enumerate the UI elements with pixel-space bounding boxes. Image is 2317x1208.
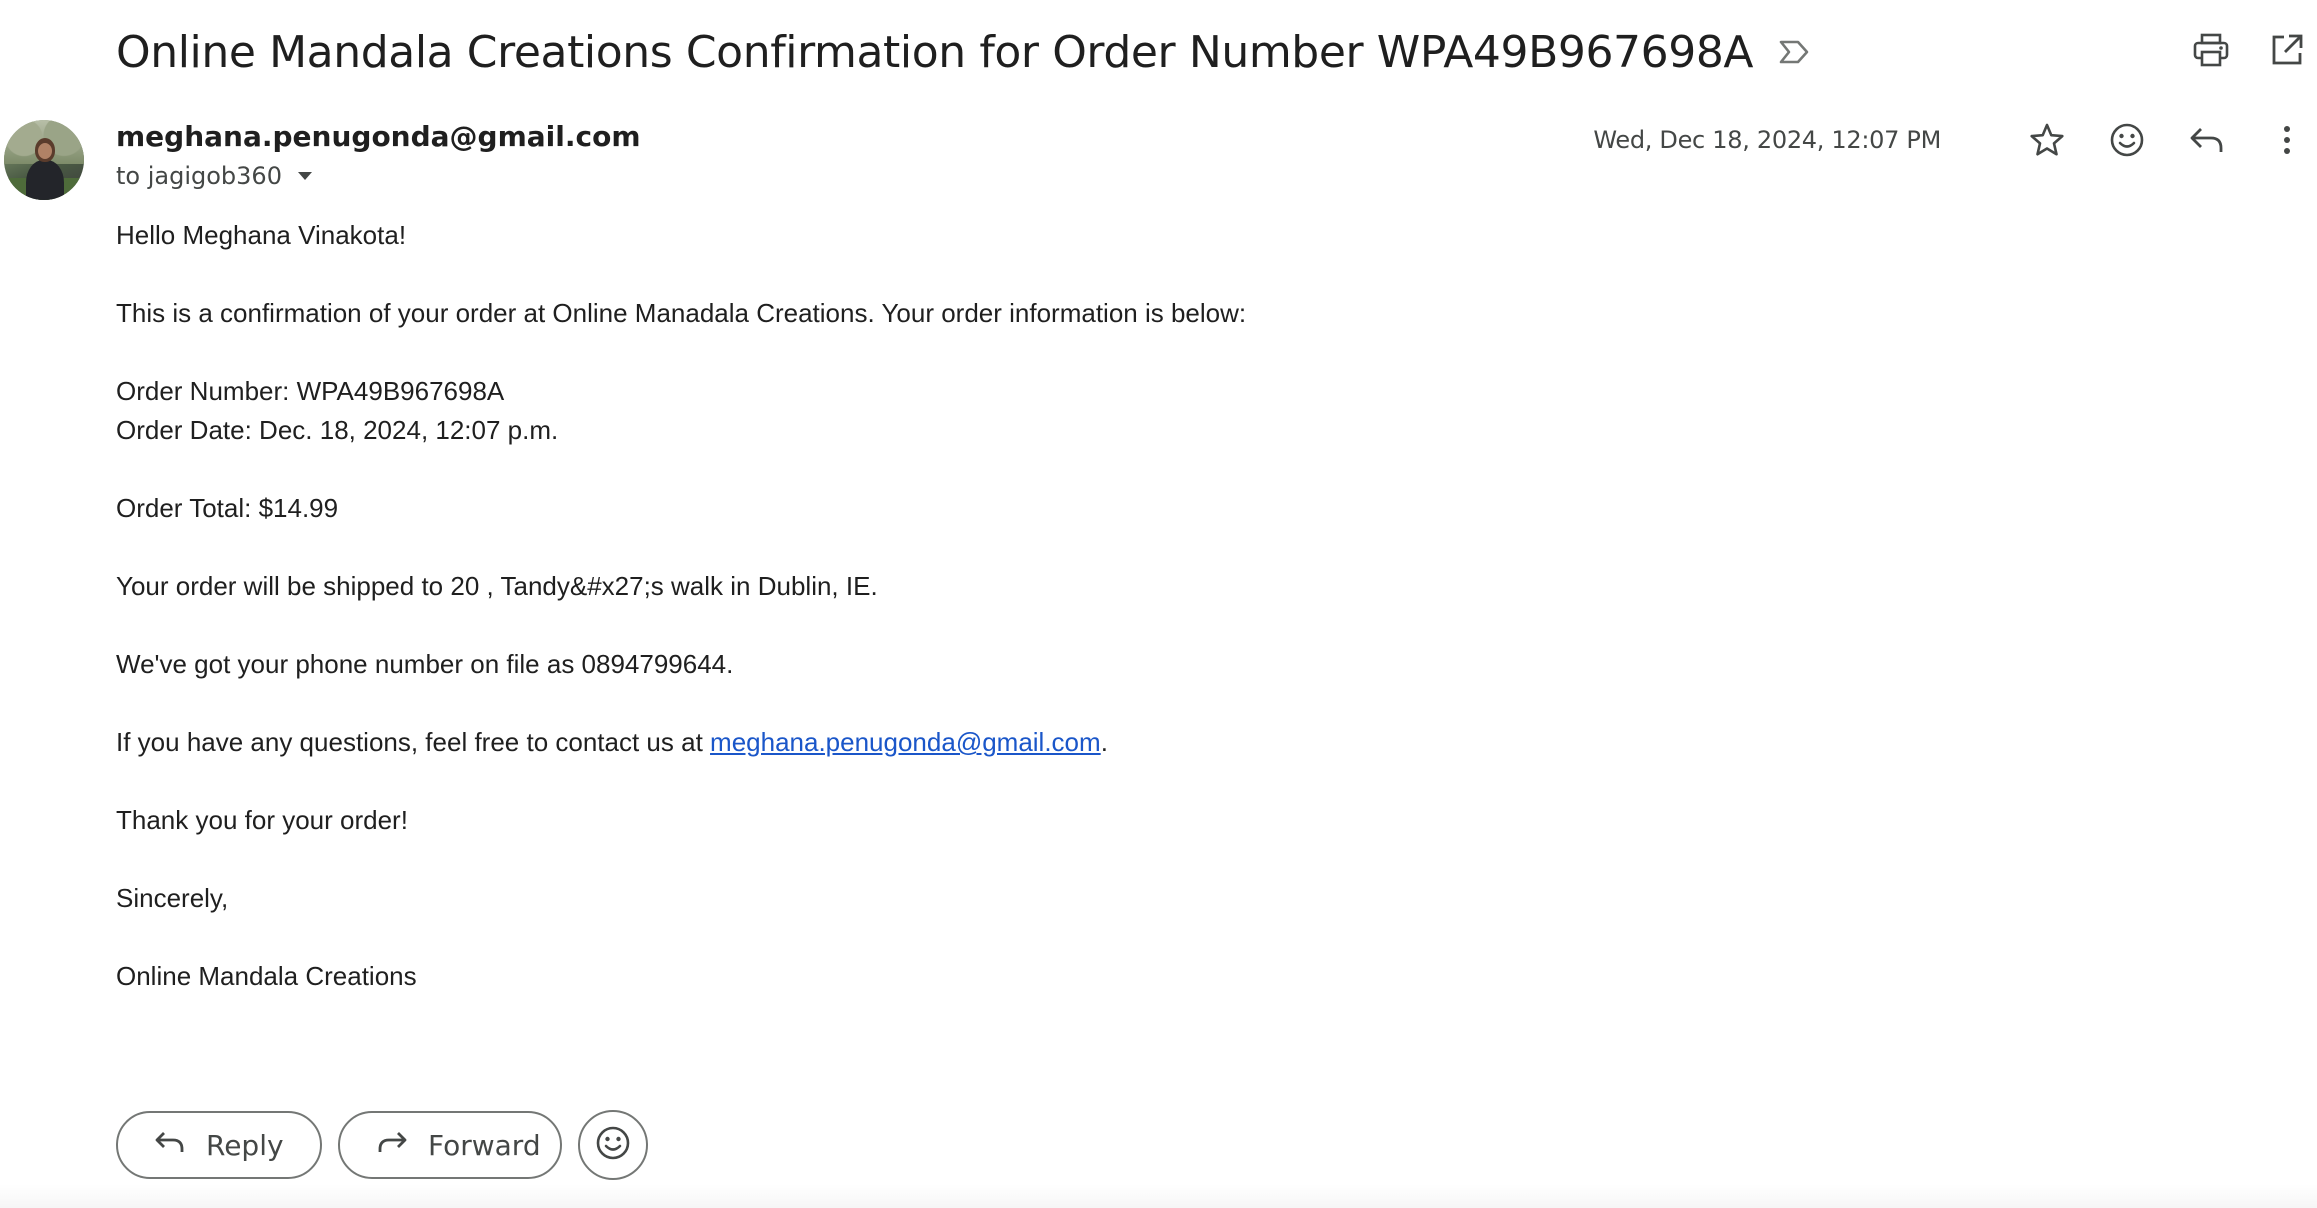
email-view: Online Mandala Creations Confirmation fo… (0, 0, 2317, 1208)
greeting: Hello Meghana Vinakota! (116, 220, 407, 250)
bottom-shade (0, 1184, 2317, 1208)
order-total: Order Total: $14.99 (116, 493, 339, 523)
emoji-reaction-button[interactable] (578, 1110, 648, 1180)
message-actions: Wed, Dec 18, 2024, 12:07 PM (1593, 120, 2307, 160)
recipient-line: to jagigob360 (116, 162, 316, 190)
more-vert-icon[interactable] (2267, 120, 2307, 160)
reply-label: Reply (206, 1128, 284, 1162)
contact-prefix: If you have any questions, feel free to … (116, 727, 711, 757)
forward-icon (376, 1129, 408, 1162)
contact-suffix: . (1100, 727, 1108, 757)
sender-email[interactable]: meghana.penugonda@gmail.com (116, 120, 641, 153)
contact-email-link[interactable]: meghana.penugonda@gmail.com (710, 727, 1101, 757)
intro-text: This is a confirmation of your order at … (116, 298, 1247, 328)
reply-icon (154, 1129, 186, 1162)
recipient-text: to jagigob360 (116, 162, 282, 190)
shipping-info: Your order will be shipped to 20 , Tandy… (116, 571, 878, 601)
email-body: Hello Meghana Vinakota! This is a confir… (116, 216, 1246, 996)
top-actions (2191, 30, 2307, 70)
phone-info: We've got your phone number on file as 0… (116, 649, 734, 679)
thanks-text: Thank you for your order! (116, 805, 408, 835)
contact-line: If you have any questions, feel free to … (116, 723, 1246, 762)
order-date: Order Date: Dec. 18, 2024, 12:07 p.m. (116, 415, 559, 445)
sender-avatar[interactable] (4, 120, 84, 200)
message-timestamp: Wed, Dec 18, 2024, 12:07 PM (1593, 126, 1941, 154)
order-number: Order Number: WPA49B967698A (116, 376, 505, 406)
print-icon[interactable] (2191, 30, 2231, 70)
subject-row: Online Mandala Creations Confirmation fo… (116, 22, 1811, 82)
signature: Online Mandala Creations (116, 961, 417, 991)
reply-icon[interactable] (2187, 120, 2227, 160)
open-in-new-window-icon[interactable] (2267, 30, 2307, 70)
forward-label: Forward (428, 1128, 541, 1162)
star-icon[interactable] (2027, 120, 2067, 160)
label-arrow-icon[interactable] (1777, 35, 1811, 69)
forward-button[interactable]: Forward (338, 1111, 562, 1179)
email-subject: Online Mandala Creations Confirmation fo… (116, 26, 1754, 78)
emoji-icon[interactable] (2107, 120, 2147, 160)
reply-button[interactable]: Reply (116, 1111, 322, 1179)
emoji-icon (595, 1125, 631, 1166)
bottom-actions: Reply Forward (116, 1110, 648, 1180)
signoff: Sincerely, (116, 883, 229, 913)
chevron-down-icon[interactable] (294, 165, 316, 187)
